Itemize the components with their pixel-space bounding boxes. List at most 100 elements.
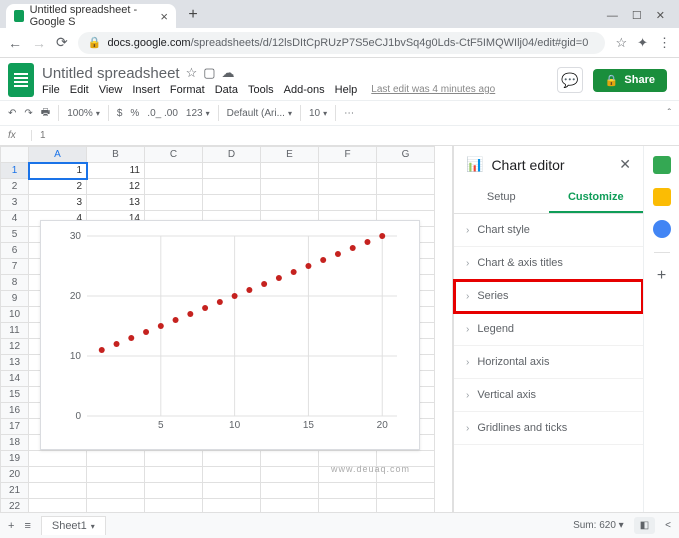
svg-text:5: 5 bbox=[158, 420, 164, 431]
back-icon[interactable]: ← bbox=[8, 35, 22, 51]
star-doc-icon[interactable]: ☆ bbox=[186, 65, 198, 81]
explore-button[interactable]: ◧ bbox=[634, 517, 655, 534]
menu-edit[interactable]: Edit bbox=[70, 84, 89, 96]
menu-help[interactable]: Help bbox=[335, 84, 358, 96]
chart-editor-sidebar: 📊 Chart editor ✕ Setup Customize ›Chart … bbox=[453, 146, 643, 512]
sheet-tab-menu-icon[interactable]: ▾ bbox=[91, 522, 95, 531]
chevron-right-icon: › bbox=[466, 390, 469, 401]
undo-icon[interactable]: ↶ bbox=[8, 108, 16, 119]
close-editor-icon[interactable]: ✕ bbox=[619, 156, 631, 173]
formula-value: 1 bbox=[40, 130, 46, 141]
side-panel-rail: + bbox=[643, 146, 679, 512]
section-legend[interactable]: ›Legend bbox=[454, 313, 643, 346]
browser-menu-icon[interactable]: ⋮ bbox=[658, 35, 671, 51]
share-button[interactable]: 🔒 Share bbox=[593, 69, 667, 92]
url-path: /spreadsheets/d/12lsDItCpRUzP7S5eCJ1bvSq… bbox=[191, 37, 589, 49]
comments-button[interactable]: 💬 bbox=[557, 67, 583, 93]
sheet-tab-bar: + ≡ Sheet1 ▾ Sum: 620 ▾ ◧ < bbox=[0, 512, 679, 538]
number-format-select[interactable]: 123▾ bbox=[186, 108, 210, 119]
formula-bar[interactable]: fx 1 bbox=[0, 126, 679, 146]
section-gridlines-and-ticks[interactable]: ›Gridlines and ticks bbox=[454, 412, 643, 445]
font-size-select[interactable]: 10▾ bbox=[309, 108, 327, 119]
currency-button[interactable]: $ bbox=[117, 108, 123, 119]
side-panel-toggle[interactable]: < bbox=[665, 520, 671, 531]
embedded-chart[interactable]: 01020305101520 bbox=[40, 220, 420, 450]
url-host: docs.google.com bbox=[107, 37, 190, 49]
collapse-toolbar-icon[interactable]: ˆ bbox=[668, 108, 671, 119]
redo-icon[interactable]: ↷ bbox=[24, 108, 32, 119]
add-sheet-button[interactable]: + bbox=[8, 520, 14, 532]
extension-icons: ☆ ✦ ⋮ bbox=[615, 35, 671, 51]
section-series[interactable]: ›Series bbox=[454, 280, 643, 313]
calendar-icon[interactable] bbox=[653, 156, 671, 174]
move-icon[interactable]: ▢ bbox=[203, 65, 215, 81]
chevron-right-icon: › bbox=[466, 357, 469, 368]
svg-text:20: 20 bbox=[377, 420, 389, 431]
chart-editor-title: Chart editor bbox=[491, 157, 564, 173]
svg-text:15: 15 bbox=[303, 420, 315, 431]
print-icon[interactable]: 🖶 bbox=[41, 105, 50, 122]
last-edit-link[interactable]: Last edit was 4 minutes ago bbox=[371, 84, 495, 95]
percent-button[interactable]: % bbox=[130, 108, 139, 119]
menu-format[interactable]: Format bbox=[170, 84, 205, 96]
menu-file[interactable]: File bbox=[42, 84, 60, 96]
svg-text:0: 0 bbox=[75, 411, 81, 422]
lock-icon: 🔒 bbox=[88, 36, 102, 49]
forward-icon[interactable]: → bbox=[32, 35, 46, 51]
svg-text:10: 10 bbox=[70, 351, 82, 362]
svg-text:20: 20 bbox=[70, 291, 82, 302]
share-label: Share bbox=[624, 74, 655, 86]
browser-titlebar: Untitled spreadsheet - Google S × + — ☐ … bbox=[0, 0, 679, 28]
sheet-tab-label: Sheet1 bbox=[52, 520, 87, 532]
chevron-right-icon: › bbox=[466, 423, 469, 434]
watermark: www.deuaq.com bbox=[331, 464, 410, 474]
sum-indicator[interactable]: Sum: 620 ▾ bbox=[573, 520, 624, 531]
section-chart-style[interactable]: ›Chart style bbox=[454, 214, 643, 247]
tab-customize[interactable]: Customize bbox=[549, 183, 644, 213]
more-tools-icon[interactable]: ⋯ bbox=[344, 108, 354, 119]
tab-title: Untitled spreadsheet - Google S bbox=[30, 4, 155, 28]
minimize-icon[interactable]: — bbox=[607, 10, 618, 22]
sheets-header: Untitled spreadsheet ☆ ▢ ☁ File Edit Vie… bbox=[0, 58, 679, 100]
tab-setup[interactable]: Setup bbox=[454, 183, 549, 213]
section-vertical-axis[interactable]: ›Vertical axis bbox=[454, 379, 643, 412]
menu-tools[interactable]: Tools bbox=[248, 84, 274, 96]
fx-label: fx bbox=[8, 130, 32, 141]
scatter-chart: 01020305101520 bbox=[69, 229, 409, 431]
tasks-icon[interactable] bbox=[653, 220, 671, 238]
all-sheets-button[interactable]: ≡ bbox=[24, 520, 30, 532]
menu-addons[interactable]: Add-ons bbox=[284, 84, 325, 96]
favicon bbox=[14, 10, 24, 22]
new-tab-button[interactable]: + bbox=[182, 4, 204, 26]
maximize-icon[interactable]: ☐ bbox=[632, 9, 642, 22]
close-window-icon[interactable]: ✕ bbox=[656, 9, 665, 22]
browser-tab[interactable]: Untitled spreadsheet - Google S × bbox=[6, 4, 176, 28]
toolbar: ↶ ↷ 🖶 100%▾ $ % .0_ .00 123▾ Default (Ar… bbox=[0, 100, 679, 126]
extensions-icon[interactable]: ✦ bbox=[637, 35, 648, 51]
reload-icon[interactable]: ⟳ bbox=[56, 34, 68, 51]
chevron-right-icon: › bbox=[466, 324, 469, 335]
section-chart-axis-titles[interactable]: ›Chart & axis titles bbox=[454, 247, 643, 280]
doc-title[interactable]: Untitled spreadsheet bbox=[42, 65, 180, 82]
font-select[interactable]: Default (Ari...▾ bbox=[227, 108, 292, 119]
star-icon[interactable]: ☆ bbox=[615, 35, 627, 51]
svg-text:30: 30 bbox=[70, 231, 82, 242]
decimals-button[interactable]: .0_ .00 bbox=[147, 108, 178, 119]
chevron-right-icon: › bbox=[466, 258, 469, 269]
menu-bar: File Edit View Insert Format Data Tools … bbox=[42, 84, 495, 96]
menu-data[interactable]: Data bbox=[215, 84, 238, 96]
sheet-tab[interactable]: Sheet1 ▾ bbox=[41, 516, 106, 535]
section-horizontal-axis[interactable]: ›Horizontal axis bbox=[454, 346, 643, 379]
menu-insert[interactable]: Insert bbox=[132, 84, 160, 96]
url-input[interactable]: 🔒 docs.google.com/spreadsheets/d/12lsDIt… bbox=[78, 32, 606, 54]
sheets-logo-icon[interactable] bbox=[8, 63, 34, 97]
spreadsheet-grid[interactable]: ABCDEFG111122123313441456789101112131415… bbox=[0, 146, 453, 512]
close-tab-icon[interactable]: × bbox=[160, 9, 168, 24]
address-bar: ← → ⟳ 🔒 docs.google.com/spreadsheets/d/1… bbox=[0, 28, 679, 58]
add-panel-icon[interactable]: + bbox=[657, 267, 666, 285]
zoom-select[interactable]: 100%▾ bbox=[67, 108, 100, 119]
window-controls: — ☐ ✕ bbox=[607, 9, 679, 28]
keep-icon[interactable] bbox=[653, 188, 671, 206]
menu-view[interactable]: View bbox=[99, 84, 123, 96]
cloud-icon[interactable]: ☁ bbox=[222, 65, 235, 81]
